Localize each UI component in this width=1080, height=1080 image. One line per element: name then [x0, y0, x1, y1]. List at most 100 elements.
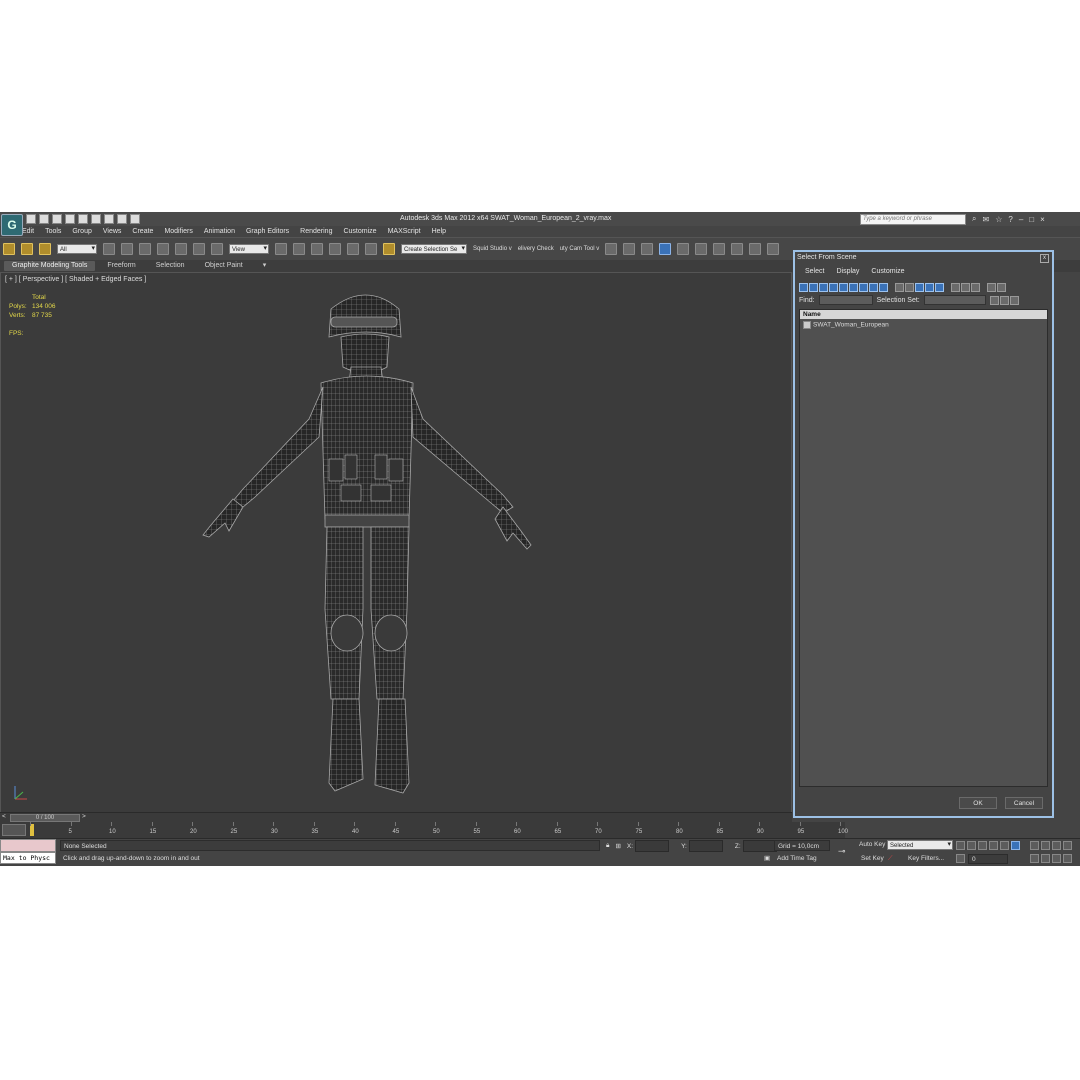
- snaps-toggle-icon[interactable]: [311, 243, 323, 255]
- edit-named-selection-icon[interactable]: [383, 243, 395, 255]
- display-bones-icon[interactable]: [879, 282, 888, 292]
- new-file-icon[interactable]: [26, 214, 36, 224]
- field-of-view-icon[interactable]: [1030, 854, 1039, 863]
- redo-icon[interactable]: [78, 214, 88, 224]
- curve-editor-icon[interactable]: [677, 243, 690, 255]
- keyword-search-input[interactable]: Type a keyword or phrase: [860, 214, 966, 225]
- display-groups-icon[interactable]: [859, 282, 868, 292]
- render-setup-icon[interactable]: [731, 243, 744, 255]
- spinner-snap-icon[interactable]: [365, 243, 377, 255]
- close-window-icon[interactable]: ×: [1040, 215, 1045, 224]
- menu-help[interactable]: Help: [432, 228, 446, 235]
- auto-key-button[interactable]: Auto Key: [859, 841, 885, 848]
- selection-set-option-b-icon[interactable]: [999, 295, 1009, 305]
- display-invert-icon[interactable]: [915, 282, 924, 292]
- cancel-button[interactable]: Cancel: [1005, 797, 1043, 809]
- delivery-check-button[interactable]: elivery Check: [518, 246, 554, 252]
- zoom-extents-icon[interactable]: [1052, 841, 1061, 850]
- absolute-mode-icon[interactable]: ⊞: [615, 842, 620, 850]
- layout-a-icon[interactable]: [104, 214, 114, 224]
- select-invert-icon[interactable]: [971, 282, 980, 292]
- menu-create[interactable]: Create: [132, 228, 153, 235]
- track-bar[interactable]: 5 10 15 20 25 30 35 40 45 50 55 60 65 70 75 80 85 90 95 100: [0, 822, 848, 839]
- set-key-button[interactable]: Set Key: [861, 855, 884, 862]
- display-space-warps-icon[interactable]: [849, 282, 858, 292]
- lock-selection-icon[interactable]: 🔒︎: [606, 842, 609, 850]
- pan-view-icon[interactable]: [1041, 854, 1050, 863]
- graphite-toggle-icon[interactable]: [659, 243, 672, 255]
- slider-prev-icon[interactable]: <: [2, 813, 6, 820]
- time-tag-icon[interactable]: ▣: [764, 854, 770, 862]
- named-selection-set-dropdown[interactable]: Create Selection Se: [401, 244, 467, 254]
- align-icon[interactable]: [623, 243, 636, 255]
- rectangular-selection-icon[interactable]: [139, 243, 151, 255]
- play-icon[interactable]: [978, 841, 987, 850]
- select-and-move-icon[interactable]: [175, 243, 187, 255]
- go-to-start-icon[interactable]: [956, 841, 965, 850]
- select-and-rotate-icon[interactable]: [193, 243, 205, 255]
- cam-tool-button[interactable]: uty Cam Tool v: [560, 246, 600, 252]
- previous-frame-icon[interactable]: [967, 841, 976, 850]
- undo-icon[interactable]: [65, 214, 75, 224]
- rendered-frame-window-icon[interactable]: [749, 243, 762, 255]
- communication-center-icon[interactable]: ✉: [982, 215, 989, 224]
- help-icon[interactable]: ?: [1008, 215, 1012, 224]
- sort-icon[interactable]: [925, 282, 934, 292]
- percent-snap-icon[interactable]: [347, 243, 359, 255]
- layout-c-icon[interactable]: [130, 214, 140, 224]
- maxscript-listener-output[interactable]: [0, 839, 56, 852]
- zoom-extents-all-icon[interactable]: [1063, 841, 1072, 850]
- y-coordinate-field[interactable]: [688, 840, 723, 852]
- open-file-icon[interactable]: [39, 214, 49, 224]
- current-frame-field[interactable]: 0: [968, 854, 1008, 864]
- squid-studio-button[interactable]: Squid Studio v: [473, 246, 512, 252]
- dialog-close-icon[interactable]: x: [1040, 254, 1049, 263]
- save-file-icon[interactable]: [52, 214, 62, 224]
- hierarchy-icon[interactable]: [935, 282, 944, 292]
- maxscript-listener-input[interactable]: Max to Physc: [0, 852, 56, 864]
- swat-woman-model[interactable]: [191, 279, 571, 809]
- render-production-icon[interactable]: [767, 243, 780, 255]
- key-selection-set-dropdown[interactable]: Selected: [887, 840, 953, 850]
- mirror-icon[interactable]: [605, 243, 618, 255]
- menu-rendering[interactable]: Rendering: [300, 228, 332, 235]
- material-editor-icon[interactable]: [713, 243, 726, 255]
- display-lights-icon[interactable]: [819, 282, 828, 292]
- menu-views[interactable]: Views: [103, 228, 122, 235]
- manipulate-icon[interactable]: [293, 243, 305, 255]
- window-crossing-icon[interactable]: [157, 243, 169, 255]
- maximize-viewport-icon[interactable]: [1063, 854, 1072, 863]
- menu-maxscript[interactable]: MAXScript: [388, 228, 421, 235]
- schematic-view-icon[interactable]: [695, 243, 708, 255]
- viewport-label[interactable]: [ + ] [ Perspective ] [ Shaded + Edged F…: [5, 276, 146, 283]
- maximize-icon[interactable]: □: [1029, 215, 1034, 224]
- display-all-icon[interactable]: [895, 282, 904, 292]
- selection-set-option-c-icon[interactable]: [1009, 295, 1019, 305]
- display-cameras-icon[interactable]: [829, 282, 838, 292]
- select-all-icon[interactable]: [951, 282, 960, 292]
- set-key-mode-icon[interactable]: ⊸: [838, 846, 846, 857]
- reference-coordinate-dropdown[interactable]: View: [229, 244, 269, 254]
- dialog-menu-customize[interactable]: Customize: [871, 268, 904, 275]
- list-item[interactable]: SWAT_Woman_European: [803, 321, 889, 329]
- layer-manager-icon[interactable]: [641, 243, 654, 255]
- orbit-icon[interactable]: [1052, 854, 1061, 863]
- perspective-viewport[interactable]: [ + ] [ Perspective ] [ Shaded + Edged F…: [0, 272, 792, 814]
- key-mode-toggle-icon[interactable]: [1011, 841, 1020, 850]
- pivot-center-icon[interactable]: [275, 243, 287, 255]
- menu-graph-editors[interactable]: Graph Editors: [246, 228, 289, 235]
- select-object-icon[interactable]: [103, 243, 115, 255]
- x-coordinate-field[interactable]: [635, 840, 670, 852]
- selection-set-dropdown[interactable]: [923, 295, 986, 305]
- select-and-scale-icon[interactable]: [211, 243, 223, 255]
- display-helpers-icon[interactable]: [839, 282, 848, 292]
- mini-curve-editor-icon[interactable]: [2, 824, 26, 836]
- slider-next-icon[interactable]: >: [82, 813, 86, 820]
- dialog-menu-display[interactable]: Display: [836, 268, 859, 275]
- display-xrefs-icon[interactable]: [869, 282, 878, 292]
- display-none-icon[interactable]: [905, 282, 914, 292]
- tab-freeform[interactable]: Freeform: [99, 261, 143, 271]
- column-header-name[interactable]: Name: [800, 310, 1047, 319]
- tab-object-paint[interactable]: Object Paint: [197, 261, 251, 271]
- binoculars-icon[interactable]: ⌕: [972, 214, 976, 224]
